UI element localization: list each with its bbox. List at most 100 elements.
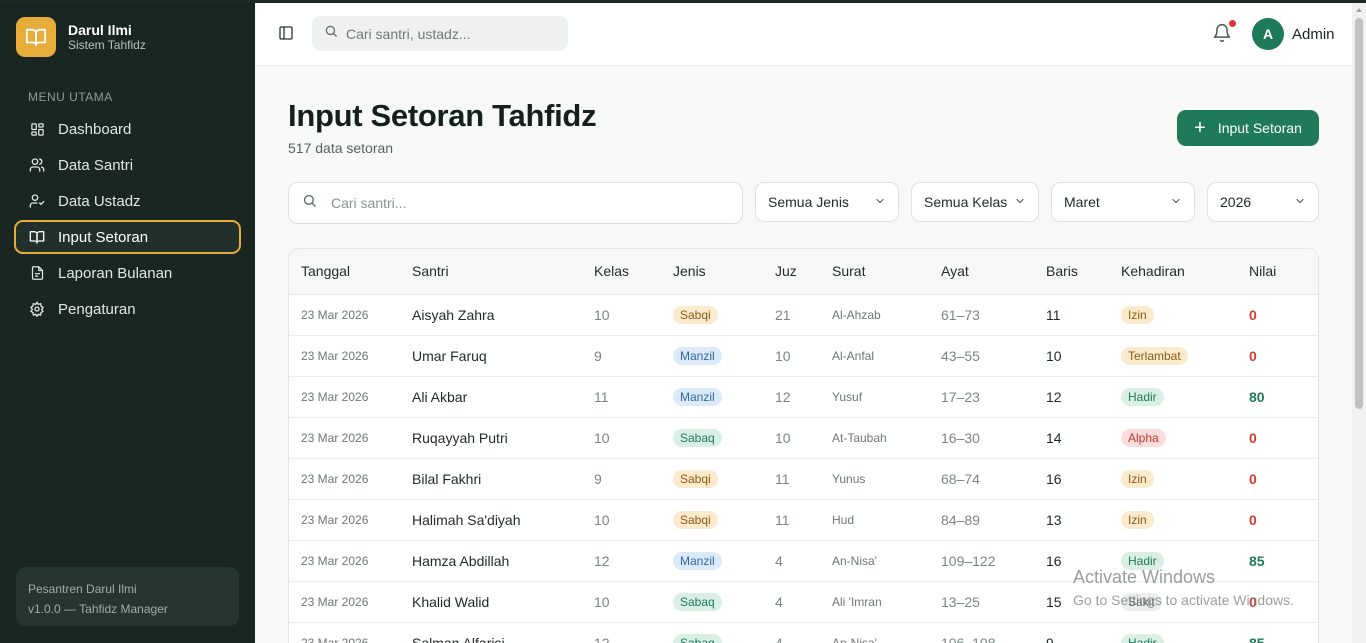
table-row[interactable]: 23 Mar 2026 Salman Alfarisi 12 Sabaq 4 An-Nis… [289, 622, 1318, 643]
cell-baris: 12 [1046, 376, 1121, 418]
cell-jenis: Sabqi [673, 499, 775, 541]
tahun-select[interactable]: 2026 [1207, 182, 1319, 222]
cell-ayat: 13–25 [941, 581, 1046, 623]
table-header-row: Tanggal Santri Kelas Jenis Juz Surat Aya… [289, 249, 1318, 295]
santri-search-input[interactable]: Cari santri... [288, 182, 743, 224]
cell-juz: 11 [775, 458, 832, 500]
cell-kelas: 12 [594, 540, 673, 582]
avatar[interactable]: A [1252, 18, 1284, 50]
table-row[interactable]: 23 Mar 2026 Aisyah Zahra 10 Sabqi 21 Al-Ahzab… [289, 294, 1318, 336]
sidebar-item-laporan-bulanan[interactable]: Laporan Bulanan [14, 256, 241, 290]
column-header-kehadiran[interactable]: Kehadiran [1121, 249, 1249, 295]
tahun-select-value: 2026 [1220, 194, 1252, 210]
book-open-icon [29, 229, 45, 245]
kehadiran-badge: Alpha [1121, 428, 1166, 447]
table-row[interactable]: 23 Mar 2026 Bilal Fakhri 9 Sabqi 11 Yunus 68–7… [289, 458, 1318, 500]
bulan-select[interactable]: Maret [1051, 182, 1195, 222]
jenis-badge: Sabqi [673, 305, 718, 324]
user-name[interactable]: Admin [1292, 26, 1335, 43]
table-row[interactable]: 23 Mar 2026 Halimah Sa'diyah 10 Sabqi 11 Hud 8… [289, 499, 1318, 541]
santri-search-placeholder: Cari santri... [331, 195, 407, 211]
cell-kehadiran: Hadir [1121, 376, 1249, 418]
column-header-nilai[interactable]: Nilai [1249, 249, 1318, 295]
cell-surat: Al-Ahzab [832, 294, 941, 336]
column-header-surat[interactable]: Surat [832, 249, 941, 295]
jenis-badge: Manzil [673, 551, 722, 570]
cell-kelas: 10 [594, 499, 673, 541]
cell-nilai: 0 [1249, 294, 1318, 336]
scroll-up-arrow-icon[interactable] [1352, 3, 1366, 17]
column-header-tanggal[interactable]: Tanggal [289, 249, 412, 295]
jenis-select[interactable]: Semua Jenis [755, 182, 899, 222]
jenis-badge: Sabqi [673, 469, 718, 488]
top-header: Cari santri, ustadz... A Admin [256, 3, 1352, 66]
sidebar-item-data-santri[interactable]: Data Santri [14, 148, 241, 182]
cell-kehadiran: Izin [1121, 499, 1249, 541]
jenis-select-value: Semua Jenis [768, 194, 849, 210]
column-header-santri[interactable]: Santri [412, 249, 594, 295]
sidebar-item-pengaturan[interactable]: Pengaturan [14, 292, 241, 326]
cell-baris: 13 [1046, 499, 1121, 541]
activate-windows-title: Activate Windows [1073, 567, 1216, 587]
cell-santri: Halimah Sa'diyah [412, 499, 594, 541]
cell-kehadiran: Hadir [1121, 622, 1249, 643]
global-search-input[interactable]: Cari santri, ustadz... [312, 16, 568, 51]
search-icon [324, 24, 338, 43]
cell-nilai: 0 [1249, 335, 1318, 377]
cell-nilai: 0 [1249, 499, 1318, 541]
kelas-select-value: Semua Kelas [924, 194, 1008, 210]
sidebar-item-label: Data Santri [58, 156, 134, 174]
cell-baris: 10 [1046, 335, 1121, 377]
cell-tanggal: 23 Mar 2026 [289, 540, 412, 582]
cell-tanggal: 23 Mar 2026 [289, 335, 412, 377]
cell-tanggal: 23 Mar 2026 [289, 417, 412, 459]
bell-icon[interactable] [1212, 23, 1232, 43]
cell-santri: Umar Faruq [412, 335, 594, 377]
jenis-badge: Sabaq [673, 592, 722, 611]
cell-nilai: 0 [1249, 458, 1318, 500]
cell-tanggal: 23 Mar 2026 [289, 458, 412, 500]
cell-santri: Hamza Abdillah [412, 540, 594, 582]
column-header-jenis[interactable]: Jenis [673, 249, 775, 295]
sidebar-item-data-ustadz[interactable]: Data Ustadz [14, 184, 241, 218]
sidebar-footer: Pesantren Darul Ilmi v1.0.0 — Tahfidz Ma… [16, 567, 239, 626]
sidebar-item-dashboard[interactable]: Dashboard [14, 112, 241, 146]
table-row[interactable]: 23 Mar 2026 Ruqayyah Putri 10 Sabaq 10 At-Tau… [289, 417, 1318, 459]
plus-icon: + [1194, 117, 1206, 139]
cell-jenis: Sabqi [673, 458, 775, 500]
cell-nilai: 85 [1249, 622, 1318, 643]
table-row[interactable]: 23 Mar 2026 Ali Akbar 11 Manzil 12 Yusuf 17–23… [289, 376, 1318, 418]
brand-subtitle: Sistem Tahfidz [68, 37, 146, 52]
sidebar: Darul Ilmi Sistem Tahfidz MENU UTAMA Das… [0, 0, 255, 643]
cell-tanggal: 23 Mar 2026 [289, 294, 412, 336]
column-header-ayat[interactable]: Ayat [941, 249, 1046, 295]
cell-santri: Ali Akbar [412, 376, 594, 418]
cell-ayat: 109–122 [941, 540, 1046, 582]
cell-santri: Aisyah Zahra [412, 294, 594, 336]
cell-kelas: 10 [594, 417, 673, 459]
column-header-baris[interactable]: Baris [1046, 249, 1121, 295]
cell-juz: 4 [775, 540, 832, 582]
sidebar-item-input-setoran[interactable]: Input Setoran [14, 220, 241, 254]
cell-juz: 4 [775, 622, 832, 643]
page-title: Input Setoran Tahfidz [288, 98, 597, 133]
sidebar-toggle-icon[interactable] [278, 25, 294, 41]
cell-tanggal: 23 Mar 2026 [289, 499, 412, 541]
cell-baris: 9 [1046, 622, 1121, 643]
brand[interactable]: Darul Ilmi Sistem Tahfidz [16, 17, 146, 57]
kelas-select[interactable]: Semua Kelas [911, 182, 1039, 222]
cell-kehadiran: Alpha [1121, 417, 1249, 459]
cell-surat: An-Nisa' [832, 622, 941, 643]
cell-santri: Bilal Fakhri [412, 458, 594, 500]
column-header-juz[interactable]: Juz [775, 249, 832, 295]
cell-tanggal: 23 Mar 2026 [289, 622, 412, 643]
global-search-placeholder: Cari santri, ustadz... [346, 25, 471, 42]
cell-ayat: 61–73 [941, 294, 1046, 336]
column-header-kelas[interactable]: Kelas [594, 249, 673, 295]
input-setoran-button[interactable]: + Input Setoran [1177, 110, 1319, 146]
cell-kelas: 12 [594, 622, 673, 643]
cell-surat: Yusuf [832, 376, 941, 418]
cell-jenis: Sabaq [673, 581, 775, 623]
table-row[interactable]: 23 Mar 2026 Umar Faruq 9 Manzil 10 Al-Anfal 43… [289, 335, 1318, 377]
scrollbar-thumb[interactable] [1355, 18, 1363, 409]
